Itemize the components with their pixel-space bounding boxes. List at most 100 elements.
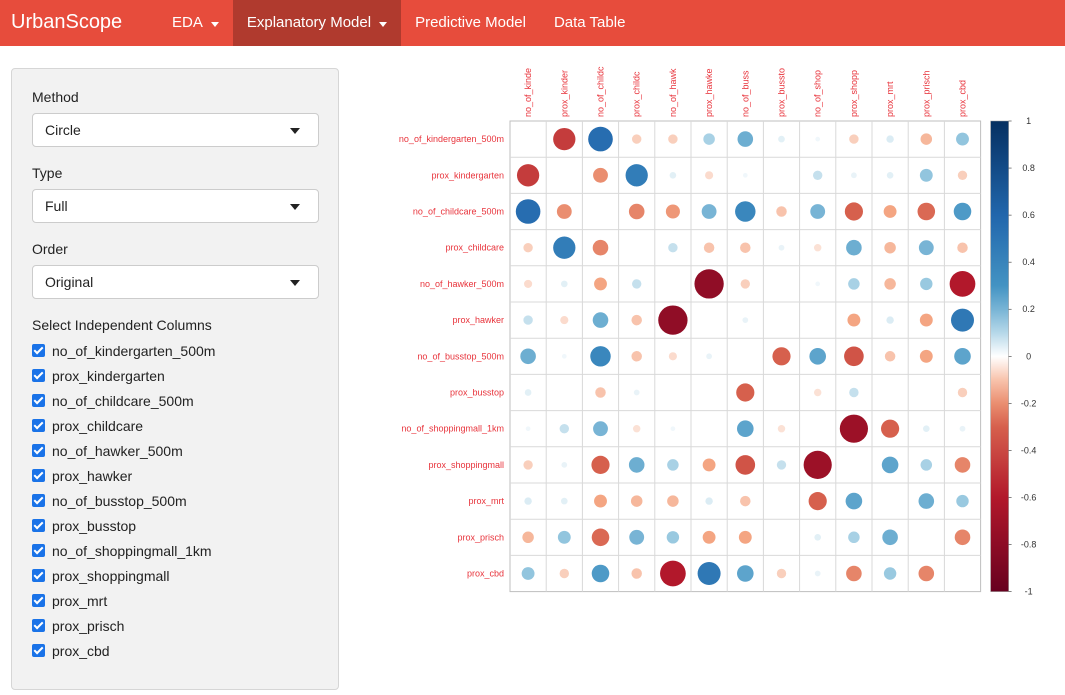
colorbar-tick-label: 1 xyxy=(1026,116,1031,126)
correlation-circle xyxy=(668,134,678,144)
correlation-circle xyxy=(776,206,787,217)
correlation-circle xyxy=(559,424,569,434)
correlation-circle xyxy=(703,242,715,253)
correlation-circle xyxy=(632,424,641,433)
checkbox[interactable] xyxy=(32,444,45,457)
correlation-circle xyxy=(523,460,533,470)
colorbar-tick-label: -1 xyxy=(1025,587,1033,597)
correlation-circle xyxy=(703,133,715,145)
column-checkbox-row[interactable]: prox_busstop xyxy=(32,513,318,538)
column-checkbox-row[interactable]: prox_kindergarten xyxy=(32,363,318,388)
correlation-circle xyxy=(808,492,827,511)
correlation-circle xyxy=(524,497,532,505)
correlation-circle xyxy=(628,457,645,473)
correlation-circle xyxy=(776,568,787,579)
column-label: no_of_hawk xyxy=(668,68,678,117)
chevron-down-icon xyxy=(290,204,300,210)
column-checkbox-row[interactable]: no_of_childcare_500m xyxy=(32,388,318,413)
column-label: no_of_busstop_500m xyxy=(52,492,187,509)
checkbox[interactable] xyxy=(32,594,45,607)
correlation-circle xyxy=(919,168,933,182)
column-checkbox-row[interactable]: prox_cbd xyxy=(32,638,318,663)
correlation-circle xyxy=(954,348,971,365)
correlation-circle xyxy=(561,462,568,468)
column-label: prox_prisch xyxy=(921,70,931,117)
column-checkbox-row[interactable]: prox_mrt xyxy=(32,588,318,613)
correlation-circle xyxy=(625,164,648,187)
correlation-circle xyxy=(776,460,787,470)
checkbox[interactable] xyxy=(32,544,45,557)
correlation-circle xyxy=(839,414,868,443)
nav-data-table[interactable]: Data Table xyxy=(540,0,639,46)
checkbox[interactable] xyxy=(32,619,45,632)
column-checkbox-row[interactable]: prox_prisch xyxy=(32,613,318,638)
row-label: no_of_hawker_500m xyxy=(420,279,504,289)
column-checkbox-row[interactable]: no_of_busstop_500m xyxy=(32,488,318,513)
column-label: prox_busstop xyxy=(52,517,137,534)
correlation-circle xyxy=(525,426,531,432)
correlation-circle xyxy=(848,278,860,290)
order-select[interactable]: Original xyxy=(32,265,319,299)
column-label: prox_bussto xyxy=(777,68,787,117)
column-checkbox-row[interactable]: prox_shoppingmall xyxy=(32,563,318,588)
method-select[interactable]: Circle xyxy=(32,113,319,147)
correlation-circle xyxy=(815,281,821,287)
column-checkbox-row[interactable]: prox_hawker xyxy=(32,463,318,488)
correlation-circle xyxy=(847,313,861,327)
correlation-circle xyxy=(881,456,899,474)
correlation-circle xyxy=(668,243,678,253)
method-value: Circle xyxy=(45,122,81,138)
correlation-circle xyxy=(742,172,748,178)
correlation-circle xyxy=(736,383,755,402)
correlation-circle xyxy=(917,202,936,221)
column-label: prox_prisch xyxy=(52,617,125,634)
checkbox[interactable] xyxy=(32,644,45,657)
checkbox[interactable] xyxy=(32,569,45,582)
checkbox[interactable] xyxy=(32,494,45,507)
colorbar-tick-label: 0.8 xyxy=(1022,163,1035,173)
correlation-circle xyxy=(957,170,968,180)
correlation-circle xyxy=(957,242,968,253)
column-checkbox-row[interactable]: no_of_shoppingmall_1km xyxy=(32,538,318,563)
correlation-circle xyxy=(846,239,862,256)
column-label: no_of_childc xyxy=(596,66,606,117)
nav-eda[interactable]: EDA xyxy=(158,0,233,46)
checkbox[interactable] xyxy=(32,419,45,432)
correlation-circle xyxy=(815,136,821,142)
correlation-circle xyxy=(668,352,677,361)
correlation-circle xyxy=(523,315,533,325)
column-label: prox_hawke xyxy=(704,68,714,117)
checkbox[interactable] xyxy=(32,369,45,382)
brand-logo[interactable]: UrbanScope xyxy=(0,0,158,46)
correlation-circle xyxy=(846,565,862,582)
correlation-circle xyxy=(919,349,933,363)
column-label: prox_kindergarten xyxy=(52,367,165,384)
correlation-circle xyxy=(524,279,533,288)
nav-predictive-model[interactable]: Predictive Model xyxy=(401,0,540,46)
correlation-circle xyxy=(561,353,567,359)
chevron-down-icon xyxy=(290,128,300,134)
correlation-circle xyxy=(737,420,754,438)
checkbox[interactable] xyxy=(32,394,45,407)
correlation-circle xyxy=(628,203,645,220)
columns-title: Select Independent Columns xyxy=(32,317,212,333)
type-select[interactable]: Full xyxy=(32,189,319,223)
checkbox[interactable] xyxy=(32,469,45,482)
column-checkbox-row[interactable]: no_of_hawker_500m xyxy=(32,438,318,463)
correlation-circle xyxy=(778,244,785,251)
nav-explanatory-model[interactable]: Explanatory Model xyxy=(232,0,402,46)
row-label: prox_hawker xyxy=(452,315,504,325)
columns-checklist: no_of_kindergarten_500m prox_kindergarte… xyxy=(32,338,318,663)
checkbox[interactable] xyxy=(32,519,45,532)
correlation-circle xyxy=(844,346,864,367)
checkbox[interactable] xyxy=(32,344,45,357)
colorbar-tick-label: 0 xyxy=(1026,351,1031,361)
column-label: prox_cbd xyxy=(52,642,110,659)
correlation-circle xyxy=(632,134,642,144)
column-checkbox-row[interactable]: no_of_kindergarten_500m xyxy=(32,338,318,363)
nav-data-table-label: Data Table xyxy=(553,14,626,31)
column-checkbox-row[interactable]: prox_childcare xyxy=(32,413,318,438)
correlation-circle xyxy=(844,202,863,221)
correlation-circle xyxy=(772,347,791,366)
colorbar-tick-label: -0.2 xyxy=(1021,398,1037,408)
